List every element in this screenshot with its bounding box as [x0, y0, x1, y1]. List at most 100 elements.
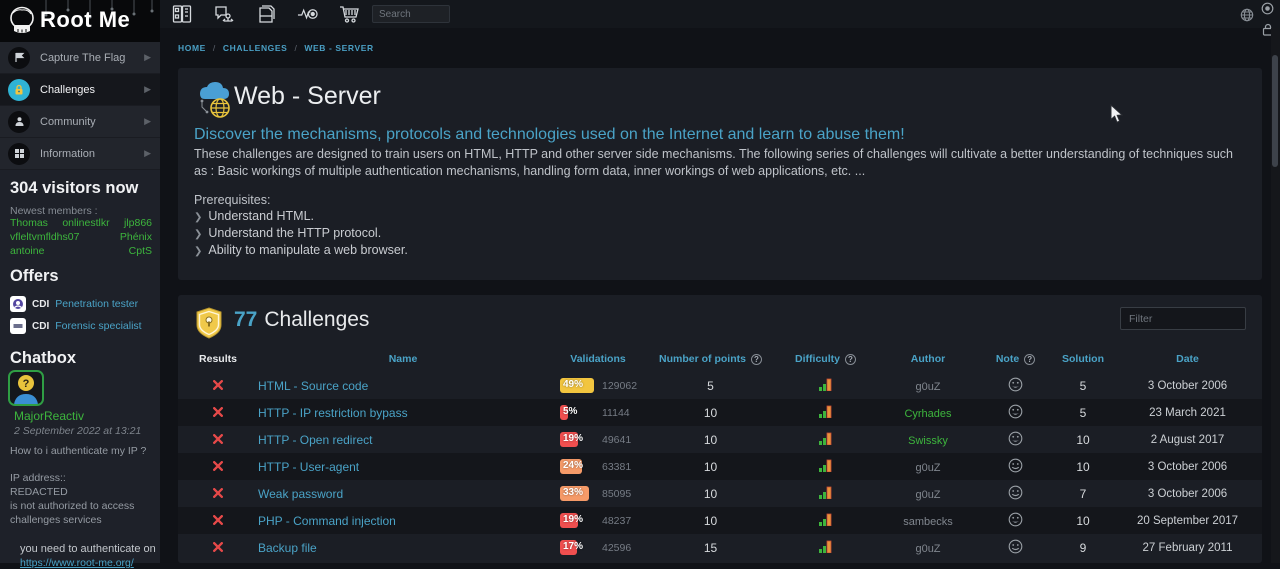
activity-target-icon[interactable]: [297, 4, 318, 25]
prerequisite-item: ❯Ability to manipulate a web browser.: [194, 243, 408, 260]
chat-timestamp: 2 September 2022 at 13:21: [14, 425, 141, 437]
solution-count: 10: [1053, 433, 1113, 447]
author-cell: g0uZ: [878, 541, 978, 555]
help-icon[interactable]: ?: [751, 354, 762, 365]
member-link[interactable]: Thomas: [10, 217, 48, 229]
column-validations[interactable]: Validations: [548, 353, 648, 365]
author-cell: g0uZ: [878, 379, 978, 393]
search-input[interactable]: [372, 5, 450, 23]
validations-cell: 17% 42596: [548, 540, 648, 555]
member-link[interactable]: vfleltvmfldhs07: [10, 231, 79, 243]
column-number-of-points[interactable]: Number of points?: [648, 353, 773, 365]
validation-count: 85095: [602, 488, 631, 500]
points-value: 10: [648, 433, 773, 447]
help-icon[interactable]: ?: [845, 354, 856, 365]
column-difficulty[interactable]: Difficulty?: [773, 353, 878, 365]
challenge-link[interactable]: HTTP - IP restriction bypass: [258, 406, 408, 420]
logo[interactable]: Root Me: [0, 0, 160, 42]
difficulty-bars-icon: [818, 405, 833, 418]
column-name[interactable]: Name: [258, 353, 548, 365]
column-solution[interactable]: Solution: [1053, 353, 1113, 365]
challenge-link[interactable]: HTTP - Open redirect: [258, 433, 372, 447]
note-cell: [978, 512, 1053, 530]
author-link[interactable]: Swissky: [908, 435, 948, 447]
member-link[interactable]: antoine: [10, 245, 44, 257]
offer-penetration-tester[interactable]: CDI Penetration tester: [10, 296, 138, 312]
member-link[interactable]: jlp866: [124, 217, 152, 229]
member-link[interactable]: Phénix: [120, 231, 152, 243]
skull-icon: [8, 5, 36, 39]
flag-icon: [8, 47, 30, 69]
blocks-icon: [8, 143, 30, 165]
qr-book-icon[interactable]: [171, 4, 192, 25]
chat-network-icon[interactable]: [213, 4, 234, 25]
challenge-link[interactable]: HTTP - User-agent: [258, 460, 359, 474]
validation-count: 63381: [602, 461, 631, 473]
documents-icon[interactable]: [255, 4, 276, 25]
author-link[interactable]: Cyrhades: [904, 408, 951, 420]
challenge-link[interactable]: PHP - Command injection: [258, 514, 396, 528]
points-value: 10: [648, 514, 773, 528]
filter-input[interactable]: [1120, 307, 1246, 330]
column-results[interactable]: Results: [178, 353, 258, 365]
challenge-link[interactable]: HTML - Source code: [258, 379, 368, 393]
member-link[interactable]: CptS: [129, 245, 152, 257]
prerequisites-label: Prerequisites:: [194, 193, 270, 207]
company-logo-1-icon: [10, 296, 26, 312]
column-author[interactable]: Author: [878, 353, 978, 365]
help-icon[interactable]: ?: [1024, 354, 1035, 365]
points-value: 10: [648, 406, 773, 420]
difficulty-cell: [773, 540, 878, 556]
sidebar-item-capture-the-flag[interactable]: Capture The Flag ▶: [0, 42, 160, 74]
validation-count: 129062: [602, 380, 637, 392]
prerequisites-list: ❯Understand HTML.❯Understand the HTTP pr…: [194, 209, 408, 260]
challenge-link[interactable]: Weak password: [258, 487, 343, 501]
target-icon[interactable]: [1261, 2, 1274, 20]
challenges-panel: 77Challenges Results Name Validations Nu…: [178, 295, 1262, 563]
column-note[interactable]: Note?: [978, 353, 1053, 365]
sidebar-item-information[interactable]: Information ▶: [0, 138, 160, 170]
validation-count: 11144: [602, 407, 630, 419]
author-link[interactable]: g0uZ: [915, 381, 940, 393]
shop-cart-icon[interactable]: [339, 4, 360, 25]
difficulty-cell: [773, 378, 878, 394]
challenges-count-heading: 77Challenges: [234, 308, 369, 332]
chat-auth-link[interactable]: https://www.root-me.org/: [20, 557, 134, 569]
newest-members-list: Thomas onlinestlkr jlp866 vfleltvmfldhs07 Ph…: [10, 217, 152, 257]
result-cell: [178, 406, 258, 420]
challenge-date: 20 September 2017: [1113, 515, 1262, 527]
column-date[interactable]: Date: [1113, 353, 1262, 365]
validations-cell: 5% 11144: [548, 405, 648, 420]
breadcrumb-item[interactable]: HOME: [178, 43, 206, 53]
solution-count: 5: [1053, 379, 1113, 393]
validation-percent-badge: 24%: [560, 459, 594, 474]
breadcrumb-item[interactable]: WEB - SERVER: [304, 43, 373, 53]
globe-icon[interactable]: [1240, 8, 1254, 27]
scrollbar-thumb[interactable]: [1272, 55, 1278, 167]
challenge-link[interactable]: Backup file: [258, 541, 317, 555]
chevron-bullet-icon: ❯: [194, 212, 202, 223]
points-value: 10: [648, 460, 773, 474]
sidebar-item-community[interactable]: Community ▶: [0, 106, 160, 138]
grin-emoji-icon: [1008, 377, 1023, 392]
author-link[interactable]: g0uZ: [915, 462, 940, 474]
chat-message-line: is not authorized to access: [10, 499, 134, 513]
chat-username-link[interactable]: MajorReactiv: [14, 409, 84, 423]
offer-forensic-specialist[interactable]: CDI Forensic specialist: [10, 318, 142, 334]
author-link[interactable]: g0uZ: [915, 543, 940, 555]
avatar[interactable]: ?: [8, 370, 44, 406]
author-link[interactable]: sambecks: [903, 516, 953, 528]
author-cell: Cyrhades: [878, 406, 978, 420]
member-link[interactable]: onlinestlkr: [62, 217, 109, 229]
solution-count: 5: [1053, 406, 1113, 420]
difficulty-cell: [773, 459, 878, 475]
sidebar-item-challenges[interactable]: Challenges ▶: [0, 74, 160, 106]
note-cell: [978, 404, 1053, 422]
category-intro-panel: Web - Server Discover the mechanisms, pr…: [178, 68, 1262, 280]
breadcrumb-item[interactable]: CHALLENGES: [223, 43, 288, 53]
validations-cell: 49% 129062: [548, 378, 648, 393]
difficulty-bars-icon: [818, 513, 833, 526]
validation-count: 42596: [602, 542, 631, 554]
author-link[interactable]: g0uZ: [915, 489, 940, 501]
difficulty-cell: [773, 513, 878, 529]
